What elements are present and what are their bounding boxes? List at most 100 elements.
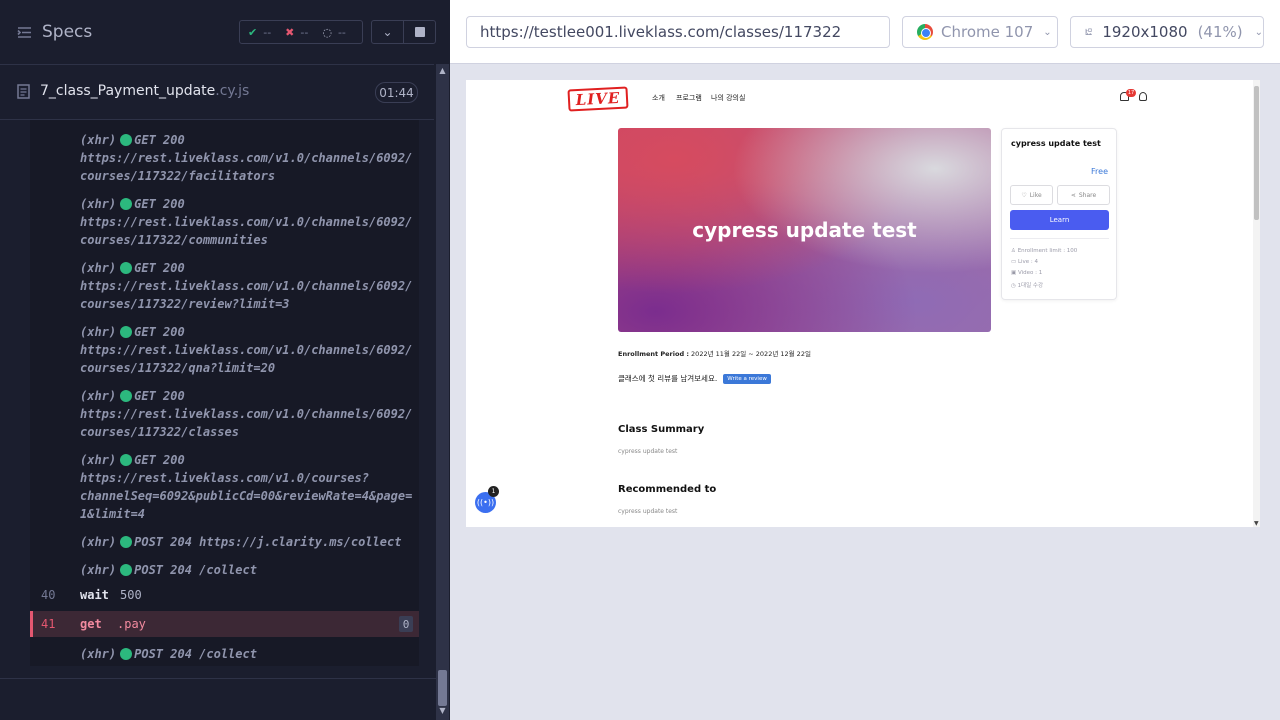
spec-header: 7_class_Payment_update.cy.js 01:44 xyxy=(0,64,434,120)
class-summary-title: Class Summary xyxy=(618,424,705,435)
log-url: https://rest.liveklass.com/v1.0/courses? xyxy=(80,471,369,485)
recommended-text: cypress update test xyxy=(618,508,678,515)
test-stats: ✔ -- ✖ -- ◌ -- xyxy=(239,20,363,44)
command-number: 40 xyxy=(41,588,56,602)
status-dot-icon xyxy=(120,648,133,660)
specs-label: Specs xyxy=(42,22,93,42)
reporter-header: Specs ✔ -- ✖ -- ◌ -- ⌄ xyxy=(0,0,450,64)
element-count-badge: 0 xyxy=(399,616,413,632)
log-url: courses/117322/qna?limit=20 xyxy=(80,361,276,375)
spec-file[interactable]: 7_class_Payment_update.cy.js xyxy=(17,83,249,99)
spec-duration: 01:44 xyxy=(375,82,418,103)
command-arg: .pay xyxy=(117,617,146,631)
status-dot-icon xyxy=(120,454,133,466)
nav-item-my-classroom[interactable]: 나의 강의실 xyxy=(711,93,745,103)
log-entry[interactable]: (xhr) GET 200 https://rest.liveklass.com/… xyxy=(80,259,419,313)
user-icon[interactable] xyxy=(1139,92,1147,101)
log-type: (xhr) xyxy=(80,389,117,403)
enrollment-period: Enrollment Period : 2022년 11월 22일 ~ 2022… xyxy=(618,348,811,358)
specs-toggle[interactable]: Specs xyxy=(17,20,92,44)
log-text: POST 204 /collect xyxy=(134,563,257,577)
scroll-up-icon[interactable]: ▲ xyxy=(438,67,447,75)
card-title: cypress update test xyxy=(1011,139,1101,148)
log-url: https://rest.liveklass.com/v1.0/channels… xyxy=(80,279,413,293)
browser-selector[interactable]: Chrome 107 ⌄ xyxy=(902,16,1058,48)
site-logo[interactable]: LIVE xyxy=(567,86,629,112)
cypress-reporter: Specs ✔ -- ✖ -- ◌ -- ⌄ 7_class_Payment_u… xyxy=(0,0,450,720)
share-label: Share xyxy=(1078,191,1097,199)
log-entry[interactable]: (xhr) POST 204 https://j.clarity.ms/colle… xyxy=(80,533,419,551)
viewport-info[interactable]: 1920x1080 (41%) ⌄ xyxy=(1070,16,1264,48)
bell-icon[interactable]: 17 xyxy=(1120,89,1136,101)
lesson-type: ◷ 1대일 수강 xyxy=(1011,283,1044,289)
write-review-button[interactable]: Write a review xyxy=(723,373,771,384)
status-dot-icon xyxy=(120,134,133,146)
log-entry[interactable]: (xhr) POST 204 /collect xyxy=(80,645,419,663)
command-get-active[interactable]: 41 get .pay 0 xyxy=(30,611,419,637)
log-text: GET 200 xyxy=(134,389,185,403)
command-name: get xyxy=(80,617,102,631)
log-url: channelSeq=6092&publicCd=00&reviewRate=4… xyxy=(80,489,413,503)
status-dot-icon xyxy=(120,564,133,576)
share-icon: ⋖ xyxy=(1070,191,1076,199)
heart-icon: ♡ xyxy=(1021,191,1027,199)
log-entry[interactable]: (xhr) GET 200 https://rest.liveklass.com/… xyxy=(80,451,419,523)
url-bar[interactable]: https://testlee001.liveklass.com/classes… xyxy=(466,16,890,48)
preview-panel: https://testlee001.liveklass.com/classes… xyxy=(450,0,1280,720)
share-button[interactable]: ⋖ Share xyxy=(1057,185,1110,205)
enrollment-value: 2022년 11월 22일 ~ 2022년 12월 22일 xyxy=(691,350,811,358)
recommended-title: Recommended to xyxy=(618,484,717,495)
live-count: ▭ Live : 4 xyxy=(1011,259,1039,265)
log-text: GET 200 xyxy=(134,197,185,211)
hero-title: cypress update test xyxy=(692,218,917,242)
failed-count: -- xyxy=(300,25,309,39)
reporter-footer xyxy=(0,678,436,720)
log-entry[interactable]: (xhr) POST 204 /collect xyxy=(80,561,419,579)
nav-item-program[interactable]: 프로그램 xyxy=(676,93,702,103)
pending-count: -- xyxy=(337,25,346,39)
ruler-icon xyxy=(1085,28,1092,36)
browser-label: Chrome 107 xyxy=(941,23,1034,41)
like-label: Like xyxy=(1029,191,1042,199)
stop-button[interactable] xyxy=(403,20,436,44)
fab-badge: 1 xyxy=(488,486,499,497)
header-icons: 17 xyxy=(1120,89,1147,101)
log-type: (xhr) xyxy=(80,453,117,467)
log-type: (xhr) xyxy=(80,563,117,577)
status-dot-icon xyxy=(120,390,133,402)
learn-button[interactable]: Learn xyxy=(1010,210,1109,230)
zoom-level: (41%) xyxy=(1197,23,1243,41)
command-arg: 500 xyxy=(120,588,142,602)
aut-scrollbar[interactable]: ▼ xyxy=(1253,80,1260,527)
log-text: POST 204 /collect xyxy=(134,647,257,661)
scroll-down-icon[interactable]: ▼ xyxy=(1254,520,1259,527)
status-dot-icon xyxy=(120,262,133,274)
check-icon: ✔ xyxy=(248,25,258,39)
log-entry[interactable]: (xhr) GET 200 https://rest.liveklass.com/… xyxy=(80,387,419,441)
scroll-down-icon[interactable]: ▼ xyxy=(438,707,447,715)
x-icon: ✖ xyxy=(285,25,295,39)
log-entry[interactable]: (xhr) GET 200 https://rest.liveklass.com/… xyxy=(80,195,419,249)
chevron-down-icon: ⌄ xyxy=(1043,26,1052,38)
broadcast-icon: ((•)) xyxy=(476,498,495,507)
aut-scroll-thumb[interactable] xyxy=(1254,86,1259,220)
log-text: GET 200 xyxy=(134,325,185,339)
log-entry[interactable]: (xhr) GET 200 https://rest.liveklass.com/… xyxy=(80,323,419,377)
command-name: wait xyxy=(80,588,109,602)
like-button[interactable]: ♡ Like xyxy=(1010,185,1053,205)
reporter-scrollbar[interactable]: ▲ ▼ xyxy=(436,64,449,720)
chevron-down-icon: ⌄ xyxy=(1254,26,1263,38)
log-entry[interactable]: (xhr) GET 200 https://rest.liveklass.com/… xyxy=(80,131,419,185)
command-wait[interactable]: 40 wait 500 xyxy=(30,582,419,608)
scroll-thumb[interactable] xyxy=(438,670,447,706)
log-type: (xhr) xyxy=(80,197,117,211)
nav-item-about[interactable]: 소개 xyxy=(652,93,665,103)
log-url: courses/117322/communities xyxy=(80,233,268,247)
chevron-down-icon: ⌄ xyxy=(382,25,393,39)
expand-button[interactable]: ⌄ xyxy=(371,20,404,44)
live-broadcast-button[interactable]: ((•)) 1 xyxy=(475,486,499,513)
video-count: ▣ Video : 1 xyxy=(1011,270,1043,276)
enrollment-limit: ♙ Enrollment limit : 100 xyxy=(1011,248,1078,254)
status-dot-icon xyxy=(120,198,133,210)
log-url: https://rest.liveklass.com/v1.0/channels… xyxy=(80,215,413,229)
